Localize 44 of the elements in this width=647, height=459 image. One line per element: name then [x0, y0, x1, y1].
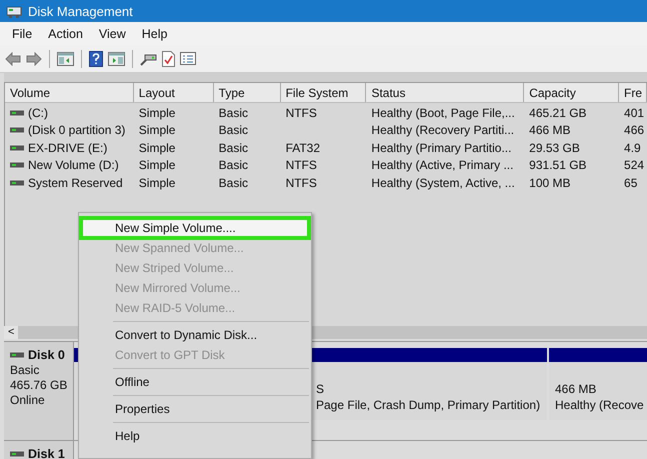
volume-name: New Volume (D:)	[28, 158, 119, 172]
table-cell: Simple	[138, 123, 176, 138]
partition-name: 466 MB	[555, 382, 598, 396]
table-cell: Simple	[138, 176, 176, 190]
volume-name: (C:)	[28, 106, 48, 120]
table-cell: 4.9	[624, 140, 641, 155]
table-cell: 29.53 GB	[529, 140, 580, 155]
table-cell: Basic	[218, 106, 248, 120]
table-cell: Healthy (System, Active, ...	[371, 176, 515, 190]
disk-name: Disk 1	[28, 447, 65, 459]
table-cell: Basic	[218, 123, 248, 138]
table-cell: Simple	[138, 106, 176, 120]
table-cell: NTFS	[286, 176, 317, 190]
table-cell: NTFS	[286, 158, 317, 172]
table-cell: Healthy (Recovery Partiti...	[371, 123, 514, 138]
table-cell: NTFS	[286, 106, 317, 120]
table-cell: Simple	[138, 140, 176, 155]
volume-name: (Disk 0 partition 3)	[28, 123, 126, 138]
table-cell: FAT32	[286, 140, 320, 155]
table-cell: 466 MB	[529, 123, 571, 138]
partition-name: S	[316, 382, 326, 396]
disk-detail: Online	[10, 393, 46, 407]
table-cell: 466	[624, 123, 644, 138]
disk-detail: 465.76 GB	[10, 378, 68, 392]
table-cell: 65	[624, 176, 638, 190]
table-cell: 524	[624, 158, 644, 172]
table-cell: Simple	[138, 158, 176, 172]
disk-name: Disk 0	[28, 348, 65, 362]
volume-name: System Reserved	[28, 176, 123, 190]
table-cell: Basic	[218, 176, 248, 190]
disk-detail: Basic	[10, 363, 40, 377]
volume-name: EX-DRIVE (E:)	[28, 140, 108, 155]
window-title: Disk Management	[28, 4, 133, 18]
table-cell: 401	[624, 106, 644, 120]
table-cell: Healthy (Primary Partitio...	[371, 140, 512, 155]
partition-status: Page File, Crash Dump, Primary Partition)	[316, 398, 542, 412]
table-cell: Basic	[218, 140, 248, 155]
table-cell: Basic	[218, 158, 248, 172]
table-cell: 465.21 GB	[529, 106, 587, 120]
table-cell: 931.51 GB	[529, 158, 587, 172]
table-cell: Healthy (Boot, Page File,...	[371, 106, 515, 120]
table-cell: 100 MB	[529, 176, 571, 190]
partition-status: Healthy (Recove	[555, 398, 645, 412]
table-cell: Healthy (Active, Primary ...	[371, 158, 514, 172]
